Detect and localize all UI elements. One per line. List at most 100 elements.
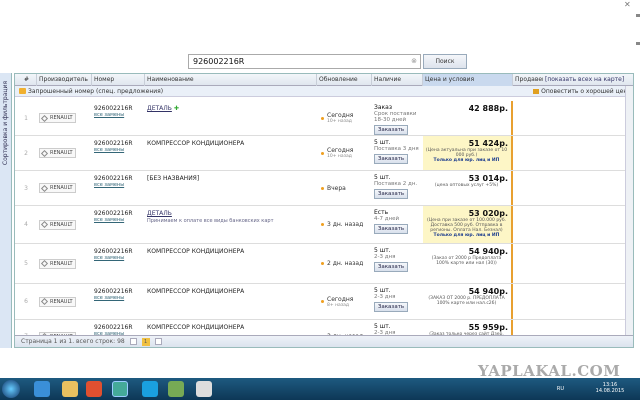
delivery-term: 4-7 дней <box>374 216 400 222</box>
col-header-price[interactable]: Цена и условия <box>423 74 513 86</box>
availability-cell: Есть 4-7 дней Заказать <box>372 206 423 243</box>
app-icon[interactable] <box>168 381 184 397</box>
part-name[interactable]: ДЕТАЛЬ <box>147 210 172 217</box>
col-header-number[interactable]: Номер <box>92 74 145 86</box>
price-cell: 51 424р. (Цена актуальна при заказе от 10… <box>423 136 513 170</box>
manufacturer-name: RENAULT <box>50 185 73 191</box>
renault-diamond-icon <box>40 114 49 122</box>
scroll-marker <box>636 42 640 45</box>
manufacturer-cell: RENAULT <box>37 284 92 319</box>
group-header: Запрошенный номер (спец. предложения) Оп… <box>15 86 633 97</box>
search-button[interactable]: Поиск <box>423 54 467 69</box>
delivery-term: 2-3 дня <box>374 254 396 260</box>
next-page-button[interactable] <box>154 338 162 345</box>
part-number: 926002216R <box>94 140 133 147</box>
replacements-link[interactable]: все замены <box>94 182 143 188</box>
calculator-icon[interactable] <box>196 381 212 397</box>
name-cell: ДЕТАЛЬ Принимаем к оплате все виды банков… <box>145 206 317 243</box>
renault-logo: RENAULT <box>39 183 76 193</box>
price-conditions: (Заказ от 2000 р Предоплата 100% карте и… <box>431 256 502 266</box>
media-player-icon[interactable] <box>86 381 102 397</box>
skype-icon[interactable] <box>142 381 158 397</box>
availability-cell: 5 шт. Поставка 3 дня Заказать <box>372 136 423 170</box>
price: 54 940р. <box>468 247 508 256</box>
seller-cell <box>513 136 633 170</box>
manufacturer-cell: RENAULT <box>37 206 92 243</box>
col-header-num[interactable]: # <box>15 74 37 86</box>
order-button[interactable]: Заказать <box>374 189 408 199</box>
table-row: 5 RENAULT 926002216R все замены КОМПРЕССОР К… <box>15 244 633 284</box>
part-number: 926002216R <box>94 288 133 295</box>
row-number: 3 <box>24 184 28 192</box>
update-status-icon <box>321 300 324 303</box>
language-indicator[interactable]: RU <box>557 386 564 392</box>
sidebar-tab-label: Сортировка и фильтрация <box>2 81 9 166</box>
prev-page-button[interactable] <box>129 338 137 345</box>
price: 51 424р. <box>468 139 508 148</box>
show-all-on-map-link[interactable]: [показать всех на карте] <box>543 74 633 86</box>
updated-cell: 3 дн. назад <box>317 206 372 243</box>
part-name[interactable]: ДЕТАЛЬ <box>147 105 172 112</box>
delivery-term: Срок поставки 18-30 дней <box>374 111 417 123</box>
name-cell: КОМПРЕССОР КОНДИЦИОНЕРА <box>145 284 317 319</box>
part-number: 926002216R <box>94 248 133 255</box>
part-name: КОМПРЕССОР КОНДИЦИОНЕРА <box>147 140 245 147</box>
group-label: Запрошенный номер (спец. предложения) <box>28 88 164 95</box>
name-cell: [БЕЗ НАЗВАНИЯ] <box>145 171 317 205</box>
manufacturer-name: RENAULT <box>50 298 73 305</box>
clock[interactable]: 13:16 14.08.2015 <box>590 382 630 394</box>
plus-icon[interactable]: ✚ <box>174 105 179 112</box>
price: 54 940р. <box>468 287 508 296</box>
close-window-icon[interactable]: ✕ <box>624 0 634 10</box>
col-header-manufacturer[interactable]: Производитель <box>37 74 92 86</box>
replacements-link[interactable]: все замены <box>94 255 143 261</box>
notify-label: Оповестить о хорошей цене <box>541 88 631 95</box>
manufacturer-name: RENAULT <box>50 221 73 228</box>
search-input-value: 926002216R <box>193 57 245 66</box>
updated-cell: 2 дн. назад <box>317 244 372 283</box>
order-button[interactable]: Заказать <box>374 224 408 234</box>
replacements-link[interactable]: все замены <box>94 147 143 153</box>
col-header-availability[interactable]: Наличие <box>372 74 423 86</box>
price-conditions: (Цена актуальна при заказе от 10 000 руб… <box>425 148 508 158</box>
quantity: Заказ <box>374 104 393 111</box>
col-header-name[interactable]: Наименование <box>145 74 317 86</box>
search-input[interactable]: 926002216R ⊗ <box>188 54 421 69</box>
renault-diamond-icon <box>40 184 49 192</box>
row-number: 4 <box>24 221 28 228</box>
vertical-scrollbar[interactable] <box>625 86 633 336</box>
updated-cell: Сегодня 8+ назад <box>317 284 372 319</box>
order-button[interactable]: Заказать <box>374 262 408 272</box>
number-cell: 926002216R все замены <box>92 136 145 170</box>
current-page[interactable]: 1 <box>141 337 150 346</box>
order-button[interactable]: Заказать <box>374 154 408 164</box>
clear-icon[interactable]: ⊗ <box>411 57 417 65</box>
renault-logo: RENAULT <box>39 219 76 230</box>
table-row: 6 RENAULT 926002216R все замены КОМПРЕССОР К… <box>15 284 633 320</box>
notify-link[interactable]: Оповестить о хорошей цене <box>533 86 631 97</box>
order-button[interactable]: Заказать <box>374 125 408 135</box>
seller-cell <box>513 171 633 205</box>
replacements-link[interactable]: все замены <box>94 112 143 118</box>
sidebar-tab-sort-filter[interactable]: Сортировка и фильтрация <box>0 73 12 348</box>
replacements-link[interactable]: все замены <box>94 217 143 223</box>
order-button[interactable]: Заказать <box>374 302 408 312</box>
chrome-icon[interactable] <box>112 381 128 397</box>
quantity: 5 шт. <box>374 323 391 330</box>
delivery-term: 2-3 дня <box>374 294 396 300</box>
renault-logo: RENAULT <box>39 148 76 158</box>
delivery-term: Поставка 3 дня <box>374 146 419 152</box>
browser-window: { "search": {"value": "926002216R", "but… <box>0 0 640 400</box>
updated-cell: Сегодня 10+ назад <box>317 136 372 170</box>
col-header-seller[interactable]: Продавец <box>513 74 543 86</box>
price-cell: 54 940р. (Заказ от 2000 р Предоплата 100%… <box>423 244 513 283</box>
part-name: КОМПРЕССОР КОНДИЦИОНЕРА <box>147 288 245 295</box>
delivery-term: Поставка 2 дн. <box>374 181 418 187</box>
update-status-icon <box>321 186 324 190</box>
replacements-link[interactable]: все замены <box>94 295 143 301</box>
part-name: КОМПРЕССОР КОНДИЦИОНЕРА <box>147 248 245 255</box>
start-button[interactable] <box>2 380 20 398</box>
col-header-updated[interactable]: Обновление <box>317 74 372 86</box>
explorer-icon[interactable] <box>62 381 78 397</box>
ie-icon[interactable] <box>34 381 50 397</box>
